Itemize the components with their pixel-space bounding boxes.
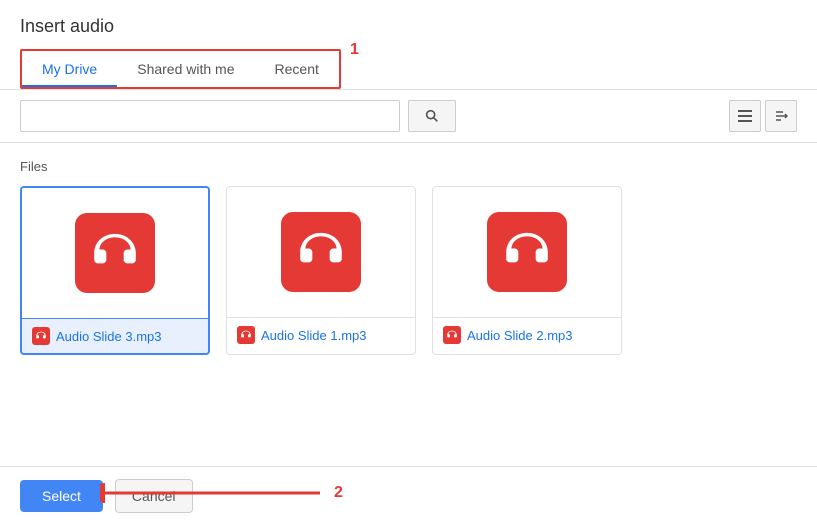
footer: Select Cancel 2 (0, 466, 817, 525)
tabs-container: My Drive Shared with me Recent (20, 49, 341, 89)
sort-view-button[interactable] (765, 100, 797, 132)
tab-my-drive[interactable]: My Drive (22, 51, 117, 87)
tab-shared-with-me[interactable]: Shared with me (117, 51, 254, 87)
file-thumbnail-1 (22, 188, 208, 318)
file-card-2[interactable]: Audio Slide 1.mp3 (226, 186, 416, 355)
file-name-3: Audio Slide 2.mp3 (467, 328, 573, 343)
file-name-1: Audio Slide 3.mp3 (56, 329, 162, 344)
tab-recent[interactable]: Recent (255, 51, 339, 87)
file-name-2: Audio Slide 1.mp3 (261, 328, 367, 343)
file-info-2: Audio Slide 1.mp3 (227, 317, 415, 352)
annotation-1: 1 (350, 41, 359, 59)
file-card-1[interactable]: Audio Slide 3.mp3 (20, 186, 210, 355)
insert-audio-dialog: Insert audio My Drive Shared with me Rec… (0, 0, 817, 525)
headphone-svg-3 (501, 226, 553, 278)
view-buttons (729, 100, 797, 132)
audio-thumbnail-icon-2 (281, 212, 361, 292)
file-card-3[interactable]: Audio Slide 2.mp3 (432, 186, 622, 355)
files-grid: Audio Slide 3.mp3 (20, 186, 797, 355)
cancel-button[interactable]: Cancel (115, 479, 193, 513)
headphone-svg-2 (295, 226, 347, 278)
search-button[interactable] (408, 100, 456, 132)
annotation-2: 2 (334, 484, 343, 502)
audio-thumbnail-icon-1 (75, 213, 155, 293)
file-thumbnail-2 (227, 187, 415, 317)
select-button[interactable]: Select (20, 480, 103, 512)
search-input[interactable] (20, 100, 400, 132)
search-bar (0, 90, 817, 143)
audio-small-icon-3 (443, 326, 461, 344)
audio-small-icon-1 (32, 327, 50, 345)
search-icon (424, 108, 440, 124)
file-thumbnail-3 (433, 187, 621, 317)
dialog-title: Insert audio (20, 16, 797, 37)
dialog-header: Insert audio My Drive Shared with me Rec… (0, 0, 817, 89)
list-view-icon (738, 109, 752, 123)
audio-small-icon-2 (237, 326, 255, 344)
sort-view-icon (774, 109, 788, 123)
file-info-3: Audio Slide 2.mp3 (433, 317, 621, 352)
list-view-button[interactable] (729, 100, 761, 132)
files-label: Files (20, 159, 797, 174)
headphone-svg-1 (89, 227, 141, 279)
content-area: Files Audio Slid (0, 143, 817, 466)
file-info-1: Audio Slide 3.mp3 (22, 318, 208, 353)
audio-thumbnail-icon-3 (487, 212, 567, 292)
